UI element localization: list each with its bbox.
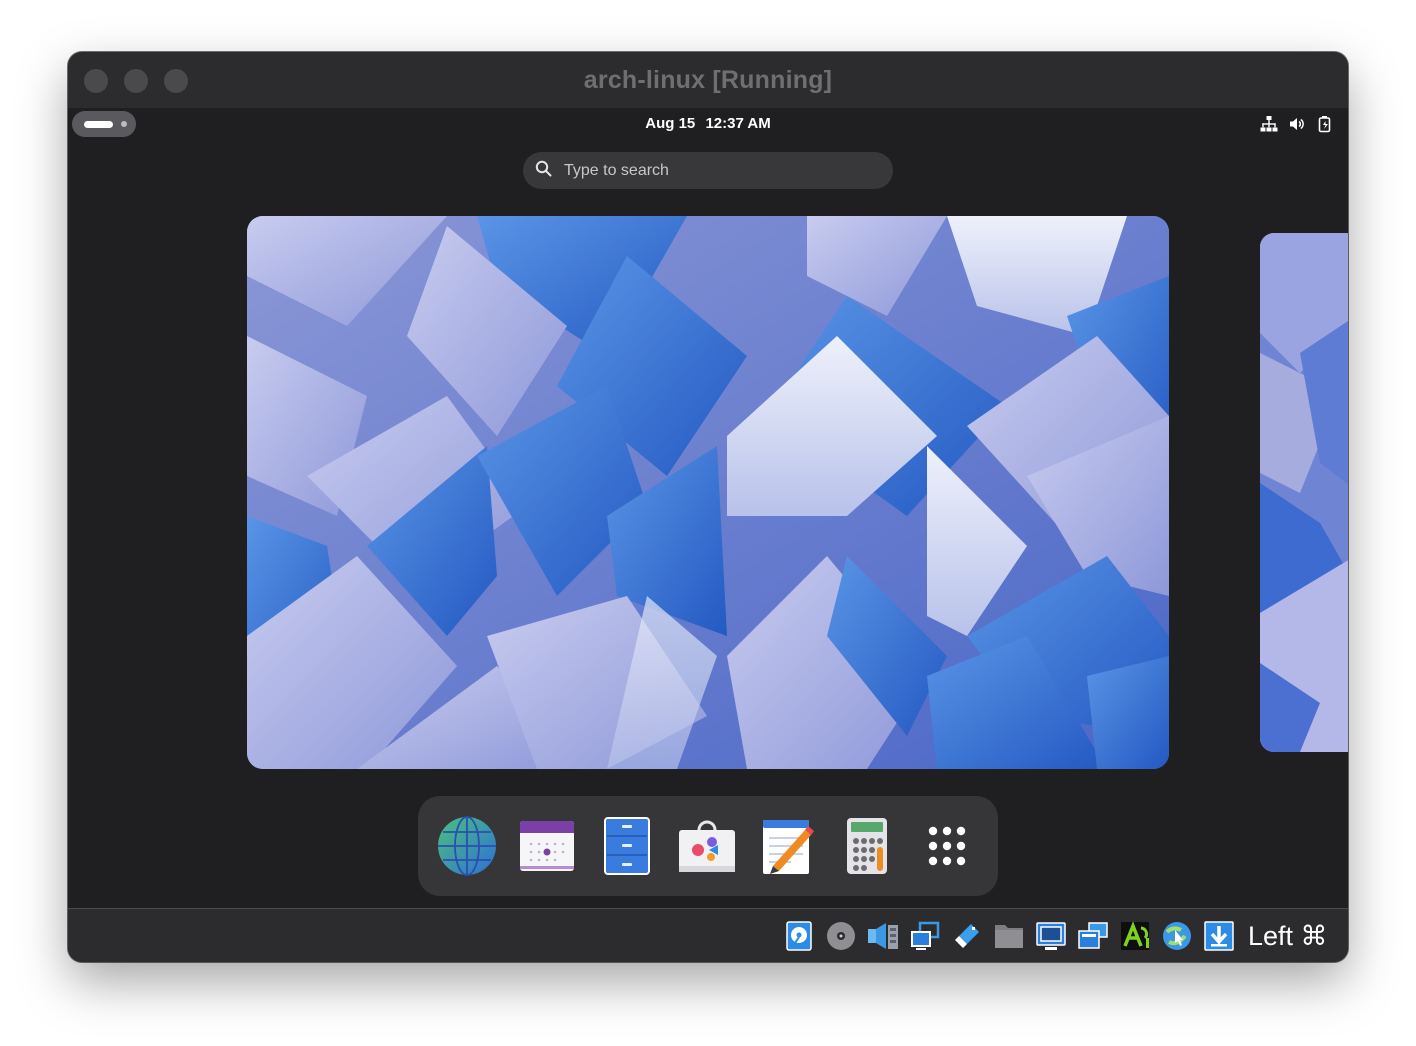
calendar-app[interactable] bbox=[517, 816, 577, 876]
calculator-icon bbox=[847, 818, 887, 874]
mouse-integration-icon[interactable] bbox=[1160, 919, 1194, 953]
file-cabinet-app[interactable] bbox=[597, 816, 657, 876]
display-icon[interactable] bbox=[1034, 919, 1068, 953]
vm-window: arch-linux [Running] Aug 15 12:37 AM Typ… bbox=[68, 52, 1348, 962]
software-store-icon bbox=[679, 820, 735, 872]
software-store-app[interactable] bbox=[677, 816, 737, 876]
gnome-top-bar: Aug 15 12:37 AM bbox=[68, 108, 1348, 140]
file-cabinet-icon bbox=[604, 817, 650, 875]
clock[interactable]: Aug 15 12:37 AM bbox=[68, 115, 1348, 132]
battery-icon[interactable] bbox=[1316, 115, 1334, 133]
clock-time: 12:37 AM bbox=[705, 115, 771, 132]
show-apps-button[interactable] bbox=[917, 816, 977, 876]
web-browser-app[interactable] bbox=[437, 816, 497, 876]
text-editor-app[interactable] bbox=[757, 816, 817, 876]
window-controls bbox=[84, 69, 188, 93]
web-browser-icon bbox=[438, 816, 496, 876]
vm-status-bar: Left ⌘ bbox=[68, 908, 1348, 962]
close-button[interactable] bbox=[84, 69, 108, 93]
show-apps-icon bbox=[928, 826, 966, 866]
text-editor-icon bbox=[763, 820, 814, 874]
shared-folders-icon[interactable] bbox=[992, 919, 1026, 953]
wallpaper-image-next bbox=[1260, 233, 1348, 752]
calculator-app[interactable] bbox=[837, 816, 897, 876]
clock-date: Aug 15 bbox=[645, 115, 696, 132]
hard-disk-icon[interactable] bbox=[782, 919, 816, 953]
cpu-icon[interactable] bbox=[1118, 919, 1152, 953]
dash bbox=[418, 796, 998, 896]
network-icon[interactable] bbox=[1260, 115, 1278, 133]
minimize-button[interactable] bbox=[124, 69, 148, 93]
usb-icon[interactable] bbox=[950, 919, 984, 953]
status-icons: Left ⌘ bbox=[782, 919, 1328, 953]
search-icon bbox=[535, 160, 552, 182]
recording-icon[interactable] bbox=[1076, 919, 1110, 953]
host-key-label: Left ⌘ bbox=[1248, 921, 1328, 951]
search-field[interactable] bbox=[523, 152, 893, 189]
window-title: arch-linux [Running] bbox=[583, 65, 833, 94]
workspace-thumbnail-current[interactable] bbox=[247, 216, 1169, 769]
search-input[interactable] bbox=[562, 160, 866, 181]
wallpaper-image bbox=[247, 216, 1169, 769]
download-icon[interactable] bbox=[1202, 919, 1236, 953]
workspace-thumbnail-next[interactable] bbox=[1260, 233, 1348, 752]
volume-icon[interactable] bbox=[1288, 115, 1306, 133]
network-adapters-icon[interactable] bbox=[908, 919, 942, 953]
title-bar[interactable]: arch-linux [Running] bbox=[68, 52, 1348, 108]
optical-drive-icon[interactable] bbox=[824, 919, 858, 953]
system-tray[interactable] bbox=[1260, 115, 1334, 133]
audio-icon[interactable] bbox=[866, 919, 900, 953]
calendar-icon bbox=[520, 821, 574, 871]
zoom-button[interactable] bbox=[164, 69, 188, 93]
